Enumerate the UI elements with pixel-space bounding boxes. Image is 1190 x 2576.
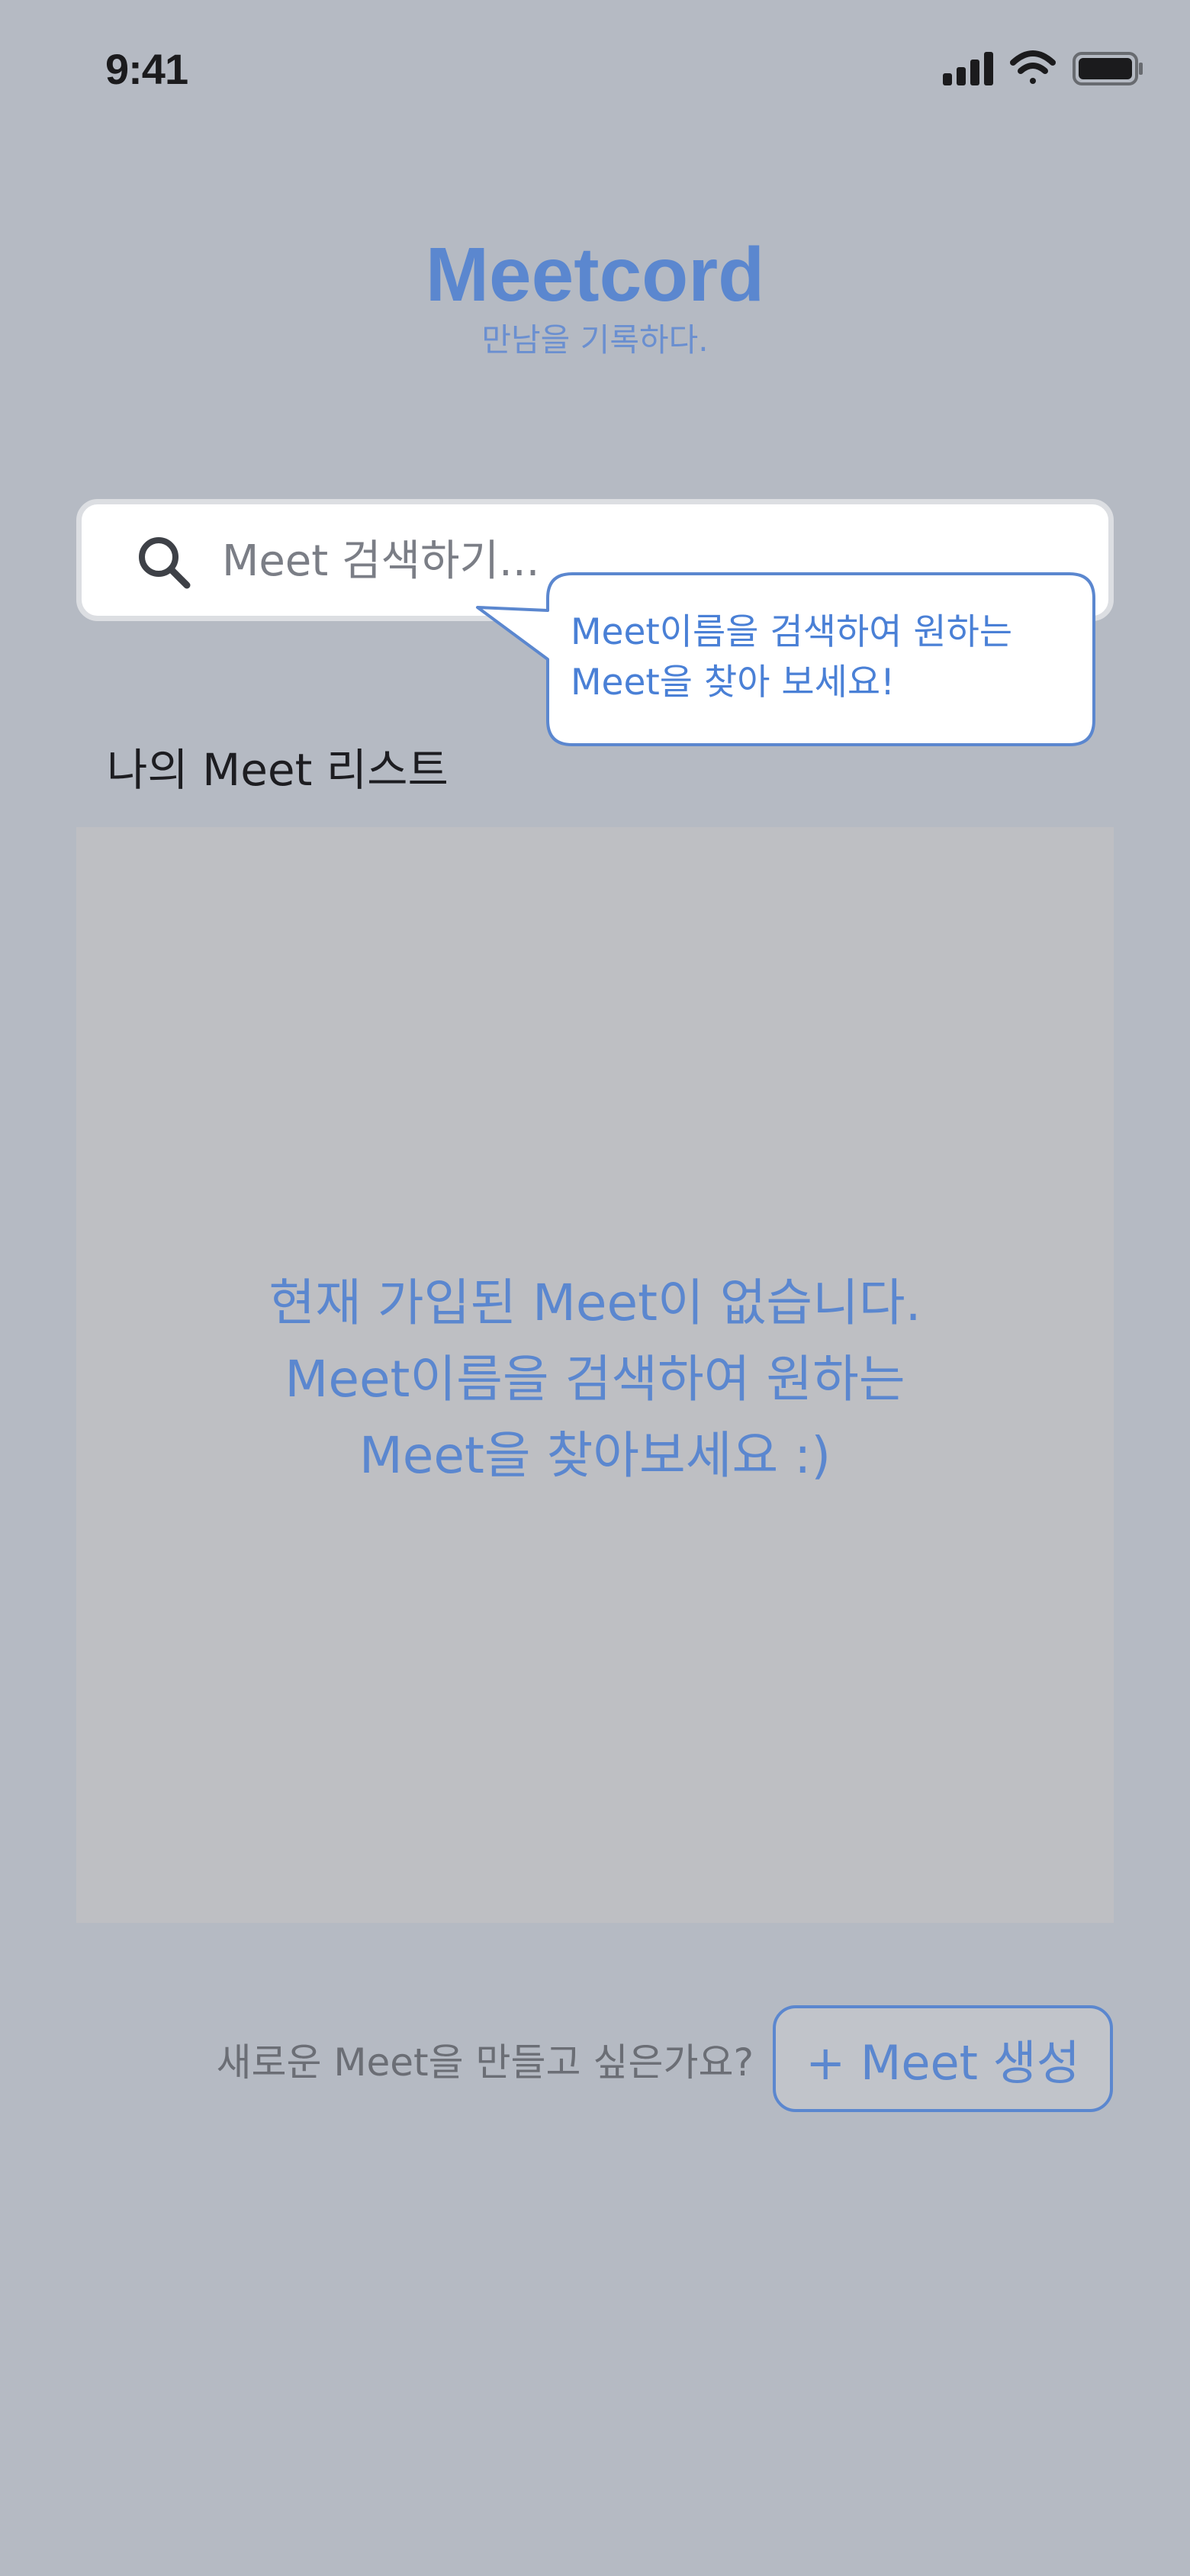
wifi-icon <box>1010 50 1056 84</box>
tooltip-text: Meet이름을 검색하여 원하는 Meet을 찾아 보세요! <box>571 607 1074 708</box>
empty-message-line: 현재 가입된 Meet이 없습니다. <box>269 1274 921 1332</box>
app-title: Meetcord <box>425 232 765 317</box>
status-bar: 9:41 <box>0 0 1190 137</box>
create-meet-button[interactable]: + Meet 생성 <box>773 2005 1113 2112</box>
signal-icon <box>943 52 993 85</box>
empty-state-message: 현재 가입된 Meet이 없습니다. Meet이름을 검색하여 원하는 Meet… <box>76 1265 1114 1494</box>
create-meet-prompt: 새로운 Meet을 만들고 싶은가요? <box>216 2040 754 2085</box>
status-time: 9:41 <box>105 45 188 93</box>
app-subtitle: 만남을 기록하다. <box>481 321 709 359</box>
tooltip-line: Meet이름을 검색하여 원하는 <box>571 611 1013 653</box>
empty-message-line: Meet을 찾아보세요 :) <box>359 1426 831 1485</box>
tooltip-line: Meet을 찾아 보세요! <box>571 662 895 704</box>
status-icons <box>943 50 1143 85</box>
my-meet-list: 현재 가입된 Meet이 없습니다. Meet이름을 검색하여 원하는 Meet… <box>76 827 1114 1923</box>
brand-header: Meetcord 만남을 기록하다. <box>0 229 1190 363</box>
battery-icon <box>1073 52 1143 85</box>
empty-message-line: Meet이름을 검색하여 원하는 <box>285 1350 905 1409</box>
my-meet-list-title: 나의 Meet 리스트 <box>107 744 449 796</box>
search-icon <box>139 537 191 589</box>
